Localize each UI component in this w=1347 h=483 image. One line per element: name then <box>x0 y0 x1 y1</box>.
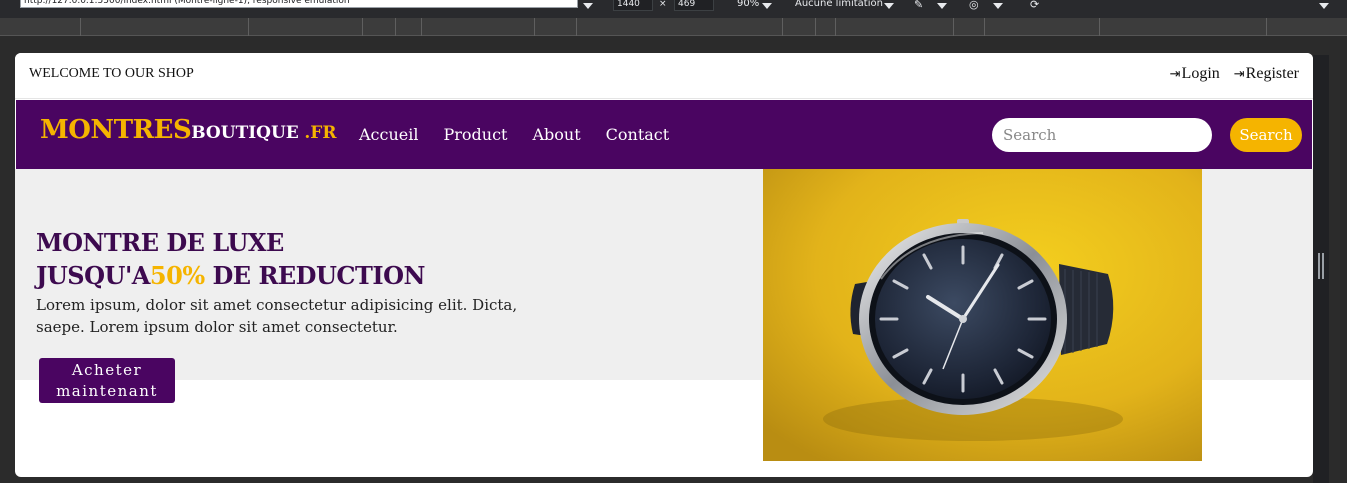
rotate-icon[interactable]: ⟳ <box>1030 0 1039 11</box>
main-navbar: MONTRESBOUTIQUE .FR Accueil Product Abou… <box>16 100 1312 169</box>
register-link[interactable]: ⇥Register <box>1234 65 1299 83</box>
watch-illustration <box>763 169 1202 461</box>
chevron-down-icon[interactable] <box>993 3 1003 9</box>
chevron-down-icon[interactable] <box>762 3 772 9</box>
page-viewport: WELCOME TO OUR SHOP ⇥Login ⇥Register MON… <box>15 53 1313 477</box>
chevron-down-icon[interactable] <box>937 3 947 9</box>
nav-item-accueil[interactable]: Accueil <box>359 125 418 144</box>
hero-title-suffix: DE REDUCTION <box>204 261 425 290</box>
hero-title: MONTRE DE LUXE JUSQU'A50% DE REDUCTION <box>36 226 425 292</box>
width-input[interactable]: 1440 <box>613 0 653 11</box>
site-logo[interactable]: MONTRESBOUTIQUE .FR <box>40 115 336 145</box>
register-icon: ⇥ <box>1233 67 1245 82</box>
logo-main: MONTRES <box>40 115 192 145</box>
hero-title-prefix: JUSQU'A <box>36 261 150 290</box>
search-button[interactable]: Search <box>1230 118 1302 152</box>
logo-tld: .FR <box>304 123 337 143</box>
times-icon: × <box>659 0 667 9</box>
chevron-down-icon[interactable] <box>884 3 894 9</box>
auth-links: ⇥Login ⇥Register <box>1170 65 1299 83</box>
login-label: Login <box>1181 65 1220 82</box>
hero-title-line1: MONTRE DE LUXE <box>36 228 284 257</box>
watch-product-image <box>763 169 1202 461</box>
login-link[interactable]: ⇥Login <box>1170 65 1220 83</box>
welcome-text: WELCOME TO OUR SHOP <box>29 66 194 81</box>
url-field[interactable]: http://127.0.0.1:5500/index.html (Montre… <box>20 0 578 8</box>
devtools-toolbar: http://127.0.0.1:5500/index.html (Montre… <box>0 0 1347 18</box>
buy-now-button[interactable]: Acheter maintenant <box>39 358 175 403</box>
zoom-select[interactable]: 90% <box>737 0 759 9</box>
pen-icon[interactable]: ✎ <box>914 0 923 11</box>
chevron-down-icon[interactable] <box>1319 3 1329 9</box>
nav-item-product[interactable]: Product <box>443 125 507 144</box>
nav-item-about[interactable]: About <box>532 125 580 144</box>
login-icon: ⇥ <box>1169 67 1181 82</box>
hero-title-line2: JUSQU'A50% DE REDUCTION <box>36 259 425 292</box>
resize-handle[interactable] <box>1318 253 1324 279</box>
media-query-ruler <box>0 18 1347 36</box>
search-input[interactable] <box>992 118 1212 152</box>
top-bar: WELCOME TO OUR SHOP ⇥Login ⇥Register <box>15 53 1313 99</box>
throttle-select[interactable]: Aucune limitation <box>795 0 883 9</box>
chevron-down-icon[interactable] <box>583 3 593 9</box>
eye-icon[interactable]: ◎ <box>969 0 979 11</box>
discount-percent: 50% <box>149 261 205 290</box>
hero-description: Lorem ipsum, dolor sit amet consectetur … <box>36 296 518 336</box>
buy-now-line2: maintenant <box>56 381 158 400</box>
height-input[interactable]: 469 <box>674 0 714 11</box>
logo-sub: BOUTIQUE <box>191 123 299 143</box>
buy-now-line1: Acheter <box>71 360 143 379</box>
nav-item-contact[interactable]: Contact <box>606 125 670 144</box>
nav-menu: Accueil Product About Contact <box>359 125 669 144</box>
register-label: Register <box>1245 65 1299 82</box>
